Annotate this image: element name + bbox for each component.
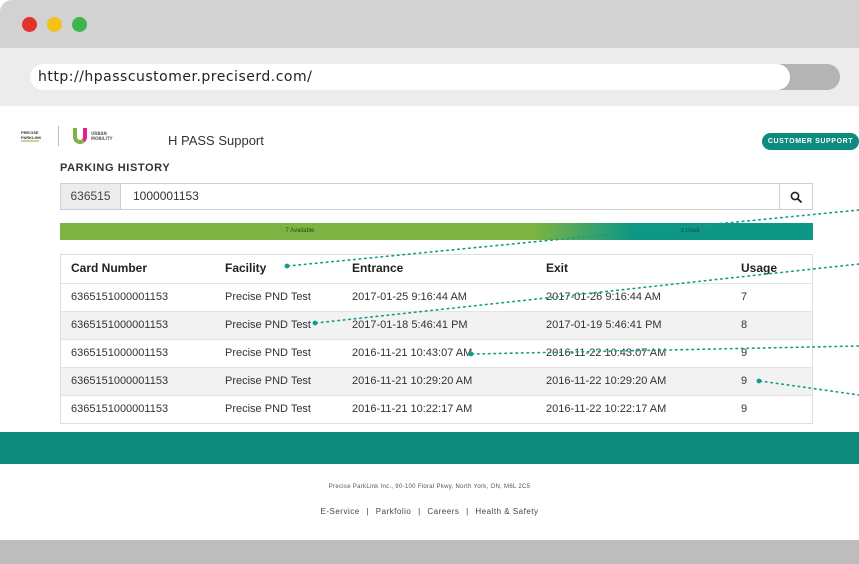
annotation-dot-facility xyxy=(284,263,290,269)
footer-link-separator: | xyxy=(466,507,469,516)
annotation-callouts xyxy=(284,209,859,396)
annotation-dot-entrance xyxy=(312,320,318,326)
company-address: Precise ParkLink Inc., 90-100 Floral Pkw… xyxy=(328,484,531,490)
footer-link-parkfolio[interactable]: Parkfolio xyxy=(376,507,412,516)
browser-bottom-bar xyxy=(0,540,859,564)
footer-band xyxy=(0,432,859,464)
footer-link-separator: | xyxy=(366,507,369,516)
annotation-line-facility xyxy=(287,209,859,267)
annotation-line-entrance xyxy=(315,263,859,324)
footer-links: E-Service | Parkfolio | Careers | Health… xyxy=(0,507,859,516)
footer-link-health-safety[interactable]: Health & Safety xyxy=(475,507,538,516)
annotation-dot-exit xyxy=(468,351,474,357)
footer-link-e-service[interactable]: E-Service xyxy=(321,507,360,516)
page: http://hpasscustomer.preciserd.com/ PREC… xyxy=(0,0,859,564)
annotation-dot-usage xyxy=(756,378,762,384)
footer-link-careers[interactable]: Careers xyxy=(427,507,459,516)
annotation-line-usage xyxy=(759,380,859,396)
annotation-line-exit xyxy=(471,345,859,355)
footer-link-separator: | xyxy=(418,507,421,516)
